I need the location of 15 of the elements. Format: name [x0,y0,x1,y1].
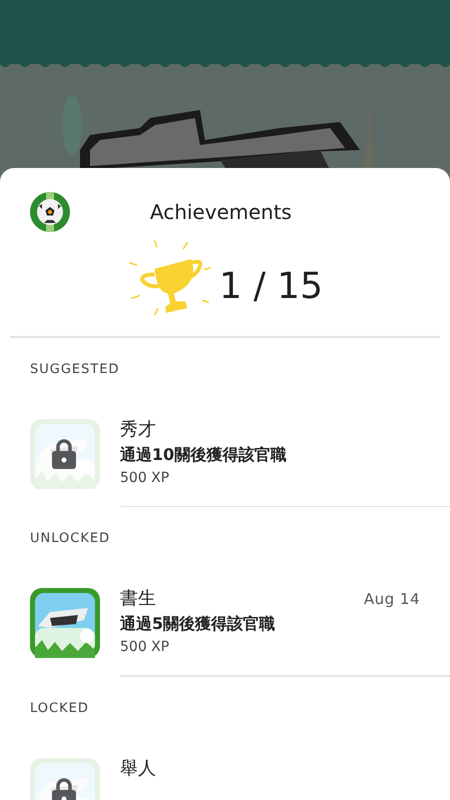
achievement-title: 秀才 [120,418,157,440]
sheet-title: Achievements [150,200,292,224]
achievement-count: 1 / 15 [219,266,323,306]
section-heading: UNLOCKED [29,530,112,547]
unlock-date: Aug 14 [364,590,420,608]
xp-value: 500 XP [120,468,170,488]
achievement-title: 舉人 [120,758,157,780]
section-heading: SUGGESTED [29,360,121,378]
achievement-title: 書生 [120,588,157,610]
xp-value: 500 XP [120,638,170,657]
soccer-ball-icon [30,192,70,232]
section-heading: LOCKED [29,700,90,716]
achievement-description: 通過10關後獲得該官職 [120,444,288,466]
lock-icon [52,438,76,468]
achievement-description: 通過5關後獲得該官職 [120,613,276,635]
